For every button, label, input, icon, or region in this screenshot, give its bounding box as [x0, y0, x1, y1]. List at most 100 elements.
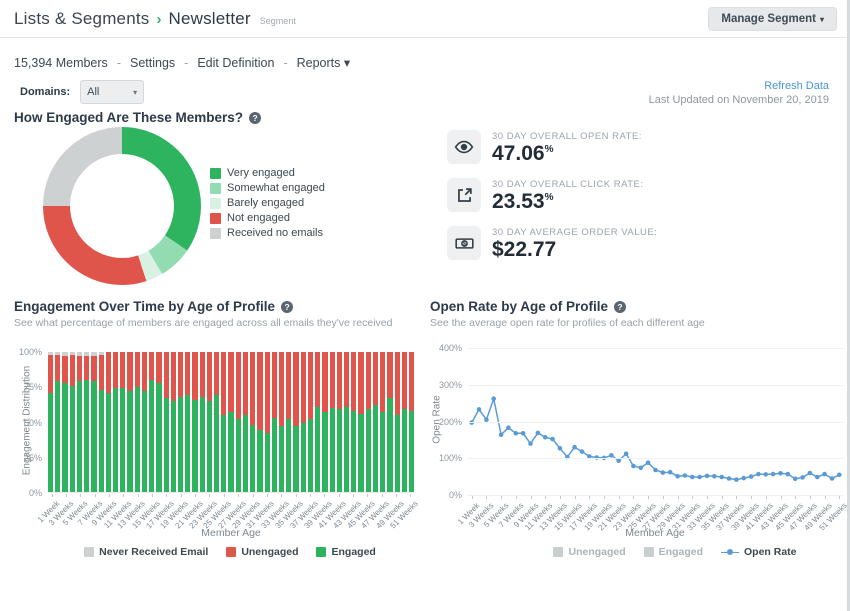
help-icon[interactable]: ?: [614, 301, 626, 313]
data-point[interactable]: [822, 472, 827, 477]
data-point[interactable]: [675, 474, 680, 479]
legend-item-never-received-email[interactable]: Never Received Email: [84, 546, 208, 558]
data-point[interactable]: [580, 449, 585, 454]
data-point[interactable]: [506, 425, 511, 430]
bar-week-37[interactable]: [308, 352, 313, 492]
bar-week-26[interactable]: [228, 352, 233, 492]
bar-week-25[interactable]: [221, 352, 226, 492]
bar-week-12[interactable]: [127, 352, 132, 492]
bar-week-18[interactable]: [171, 352, 176, 492]
bar-week-33[interactable]: [279, 352, 284, 492]
bar-week-31[interactable]: [265, 352, 270, 492]
bar-week-7[interactable]: [91, 352, 96, 492]
data-point[interactable]: [786, 472, 791, 477]
legend-item-engaged[interactable]: Engaged: [316, 546, 375, 558]
bar-week-34[interactable]: [286, 352, 291, 492]
data-point[interactable]: [514, 431, 519, 436]
breadcrumb-lists-segments[interactable]: Lists & Segments: [14, 9, 149, 29]
data-point[interactable]: [558, 446, 563, 451]
bar-week-28[interactable]: [243, 352, 248, 492]
legend-item[interactable]: Not engaged: [210, 212, 325, 224]
bar-week-23[interactable]: [207, 352, 212, 492]
bar-week-48[interactable]: [387, 352, 392, 492]
engagement-donut-chart[interactable]: [43, 127, 201, 285]
bar-week-3[interactable]: [62, 352, 67, 492]
subnav-link-settings[interactable]: Settings: [130, 56, 175, 70]
subnav-link-reports[interactable]: Reports ▾: [297, 55, 351, 70]
bar-week-11[interactable]: [120, 352, 125, 492]
bar-week-20[interactable]: [185, 352, 190, 492]
bar-week-8[interactable]: [99, 352, 104, 492]
data-point[interactable]: [521, 431, 526, 436]
data-point[interactable]: [477, 407, 482, 412]
bar-week-6[interactable]: [84, 352, 89, 492]
data-point[interactable]: [830, 476, 835, 481]
legend-item-engaged[interactable]: Engaged: [644, 546, 703, 558]
data-point[interactable]: [727, 476, 732, 481]
data-point[interactable]: [800, 475, 805, 480]
bar-week-10[interactable]: [113, 352, 118, 492]
data-point[interactable]: [719, 475, 724, 480]
data-point[interactable]: [499, 432, 504, 437]
bar-week-47[interactable]: [380, 352, 385, 492]
bar-week-5[interactable]: [77, 352, 82, 492]
data-point[interactable]: [764, 472, 769, 477]
bar-week-36[interactable]: [301, 352, 306, 492]
bar-week-30[interactable]: [257, 352, 262, 492]
data-point[interactable]: [528, 441, 533, 446]
bar-week-24[interactable]: [214, 352, 219, 492]
data-point[interactable]: [690, 475, 695, 480]
bar-week-13[interactable]: [135, 352, 140, 492]
help-icon[interactable]: ?: [281, 301, 293, 313]
data-point[interactable]: [609, 453, 614, 458]
data-point[interactable]: [793, 477, 798, 482]
data-point[interactable]: [543, 435, 548, 440]
data-point[interactable]: [712, 474, 717, 479]
data-point[interactable]: [646, 460, 651, 465]
data-point[interactable]: [572, 445, 577, 450]
legend-item-open-rate[interactable]: Open Rate: [721, 546, 797, 558]
data-point[interactable]: [749, 474, 754, 479]
legend-item[interactable]: Received no emails: [210, 227, 325, 239]
bar-week-49[interactable]: [395, 352, 400, 492]
bar-week-21[interactable]: [192, 352, 197, 492]
data-point[interactable]: [668, 470, 673, 475]
bar-week-35[interactable]: [293, 352, 298, 492]
data-point[interactable]: [837, 473, 842, 478]
bar-week-22[interactable]: [200, 352, 205, 492]
data-point[interactable]: [536, 431, 541, 436]
legend-item[interactable]: Very engaged: [210, 167, 325, 179]
bar-week-39[interactable]: [322, 352, 327, 492]
bar-week-29[interactable]: [250, 352, 255, 492]
bar-week-15[interactable]: [149, 352, 154, 492]
data-point[interactable]: [631, 464, 636, 469]
data-point[interactable]: [705, 474, 710, 479]
bar-week-38[interactable]: [315, 352, 320, 492]
bar-week-14[interactable]: [142, 352, 147, 492]
data-point[interactable]: [815, 475, 820, 480]
bar-week-9[interactable]: [106, 352, 111, 492]
help-icon[interactable]: ?: [249, 112, 261, 124]
data-point[interactable]: [734, 477, 739, 482]
bar-week-1[interactable]: [48, 352, 53, 492]
data-point[interactable]: [550, 437, 555, 442]
data-point[interactable]: [491, 396, 496, 401]
bar-week-42[interactable]: [344, 352, 349, 492]
bar-week-19[interactable]: [178, 352, 183, 492]
data-point[interactable]: [661, 470, 666, 475]
data-point[interactable]: [741, 476, 746, 481]
data-point[interactable]: [683, 473, 688, 478]
data-point[interactable]: [697, 475, 702, 480]
bar-week-27[interactable]: [236, 352, 241, 492]
bar-week-51[interactable]: [409, 352, 414, 492]
legend-item-unengaged[interactable]: Unengaged: [226, 546, 298, 558]
domains-select[interactable]: All ▾: [80, 80, 144, 104]
bar-week-32[interactable]: [272, 352, 277, 492]
data-point[interactable]: [639, 466, 644, 471]
bar-week-46[interactable]: [373, 352, 378, 492]
data-point[interactable]: [771, 472, 776, 477]
legend-item[interactable]: Barely engaged: [210, 197, 325, 209]
bar-week-45[interactable]: [366, 352, 371, 492]
bar-week-4[interactable]: [70, 352, 75, 492]
bar-week-2[interactable]: [55, 352, 60, 492]
